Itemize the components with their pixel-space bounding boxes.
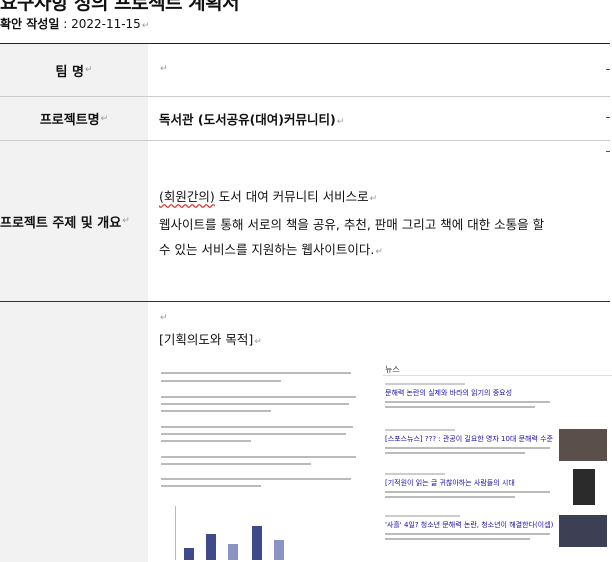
text-line xyxy=(161,485,261,487)
line-end-mark: ↵ xyxy=(141,21,150,31)
project-name-label-cell: 프로젝트명 ↵ xyxy=(0,97,148,140)
news-snippet xyxy=(385,452,525,454)
text-line xyxy=(161,433,346,435)
news-item[interactable]: [기적원이 읽는 글 귀찮아하는 사람들의 시대 xyxy=(385,473,555,498)
overview-line-1: (회원간의) 도서 대여 커뮤니티 서비스로↵ xyxy=(159,184,604,212)
overview-underlined-text: (회원간의) xyxy=(159,189,215,204)
cell-end-mark: ↵ xyxy=(160,64,168,74)
news-item[interactable]: [스포스뉴스] ??? : 관공이 길요한 영자 10대 문해력 수준 xyxy=(385,429,555,454)
news-snippet xyxy=(385,447,550,449)
mini-bar xyxy=(274,540,284,560)
cell-end-mark: ↵ xyxy=(100,113,109,124)
document-title-text: 요구사항 정의 프로젝트 계획서 xyxy=(0,0,240,14)
cell-end-mark: ↵ xyxy=(336,117,345,127)
text-line xyxy=(161,463,311,465)
intent-label-cell xyxy=(0,302,148,562)
news-title: '사흘' 4일? 청소년 문해력 논란, 청소년이 해결한다(이셉) xyxy=(385,521,554,529)
cell-end-mark: ↵ xyxy=(122,216,130,226)
overview-value[interactable]: (회원간의) 도서 대여 커뮤니티 서비스로↵ 웹사이트를 통해 서로의 책을 … xyxy=(159,184,604,265)
news-source xyxy=(385,473,445,475)
news-divider xyxy=(383,375,612,376)
news-source xyxy=(385,515,460,517)
text-line xyxy=(161,426,353,428)
line-end-mark: ↵ xyxy=(369,194,378,204)
news-snippet xyxy=(385,533,550,535)
overview-label-cell: 프로젝트 주제 및 개요 ↵ xyxy=(0,141,148,301)
mini-bar-chart xyxy=(175,506,306,560)
text-line xyxy=(161,478,351,480)
project-name-value-text: 독서관 (도서공유(대여)커뮤니티) xyxy=(159,112,336,127)
news-snippet xyxy=(385,401,550,403)
right-edge-mark xyxy=(606,117,610,118)
overview-line-1-text: 도서 대여 커뮤니티 서비스로 xyxy=(214,189,369,204)
mini-bar xyxy=(228,544,238,560)
date-separator: : xyxy=(63,17,72,31)
text-line xyxy=(161,456,356,458)
intent-heading-text: [기획의도와 목적] xyxy=(159,332,254,347)
overview-line-2: 웹사이트를 통해 서로의 책을 공유, 추천, 판매 그리고 책에 대한 소통을… xyxy=(159,217,545,232)
news-snippet xyxy=(385,538,530,540)
text-line xyxy=(161,396,356,398)
news-source xyxy=(385,429,455,431)
text-line xyxy=(161,372,351,374)
news-thumbnail xyxy=(559,515,607,547)
intent-heading: [기획의도와 목적]↵ xyxy=(159,332,262,347)
table-row-overview: 프로젝트 주제 및 개요 ↵ (회원간의) 도서 대여 커뮤니티 서비스로↵ 웹사… xyxy=(0,141,610,302)
overview-label: 프로젝트 주제 및 개요 xyxy=(0,215,122,231)
news-item[interactable]: '사흘' 4일? 청소년 문해력 논란, 청소년이 해결한다(이셉) xyxy=(385,515,555,540)
document-title: 요구사항 정의 프로젝트 계획서 xyxy=(0,0,240,15)
news-title: [스포스뉴스] ??? : 관공이 길요한 영자 10대 문해력 수준 xyxy=(385,435,554,443)
date-label: 확안 작성일 xyxy=(0,17,60,31)
team-name-value[interactable]: ↵ xyxy=(159,60,604,74)
news-title: [기적원이 읽는 글 귀찮아하는 사람들의 시대 xyxy=(385,479,515,487)
news-snippet xyxy=(385,406,535,408)
line-end-mark: ↵ xyxy=(375,247,383,257)
overview-line-3: 수 있는 서비스를 지원하는 웹사이트이다.↵ xyxy=(159,237,604,265)
right-edge-mark xyxy=(606,69,610,70)
text-line xyxy=(161,403,349,405)
overview-line-3-text: 수 있는 서비스를 지원하는 웹사이트이다. xyxy=(159,242,375,257)
date-value: 2022-11-15 xyxy=(71,17,141,31)
mini-bar xyxy=(184,548,194,560)
project-name-value[interactable]: 독서관 (도서공유(대여)커뮤니티)↵ xyxy=(159,109,604,128)
news-results-image: 뉴스 문해력 논란의 실제와 바라의 읽기의 중요성 [스포스뉴스] ??? :… xyxy=(383,363,612,558)
article-scrap-image xyxy=(159,370,361,560)
news-thumbnail xyxy=(573,469,595,505)
team-name-label: 팀 명 xyxy=(55,64,84,80)
news-snippet xyxy=(385,496,515,498)
right-edge-mark xyxy=(606,151,610,152)
table-row-team: 팀 명 ↵ ↵ xyxy=(0,44,610,97)
mini-bar xyxy=(206,534,216,560)
news-source xyxy=(385,383,465,385)
intent-value[interactable]: ↵ [기획의도와 목적]↵ xyxy=(159,308,604,348)
text-line xyxy=(161,440,251,442)
news-title: 문해력 논란의 실제와 바라의 읽기의 중요성 xyxy=(385,389,513,397)
text-line xyxy=(161,380,281,382)
news-snippet xyxy=(385,491,550,493)
text-line xyxy=(161,410,271,412)
team-name-label-cell: 팀 명 ↵ xyxy=(0,44,148,96)
news-header: 뉴스 xyxy=(385,365,400,374)
cell-end-mark: ↵ xyxy=(84,65,93,75)
project-name-label: 프로젝트명 xyxy=(39,113,100,128)
news-thumbnail xyxy=(559,429,607,461)
table-row-project-name: 프로젝트명 ↵ 독서관 (도서공유(대여)커뮤니티)↵ xyxy=(0,97,610,141)
news-item[interactable]: 문해력 논란의 실제와 바라의 읽기의 중요성 xyxy=(385,383,555,408)
date-line: 확안 작성일 : 2022-11-15↵ xyxy=(0,15,149,32)
blank-paragraph-mark: ↵ xyxy=(160,313,168,323)
